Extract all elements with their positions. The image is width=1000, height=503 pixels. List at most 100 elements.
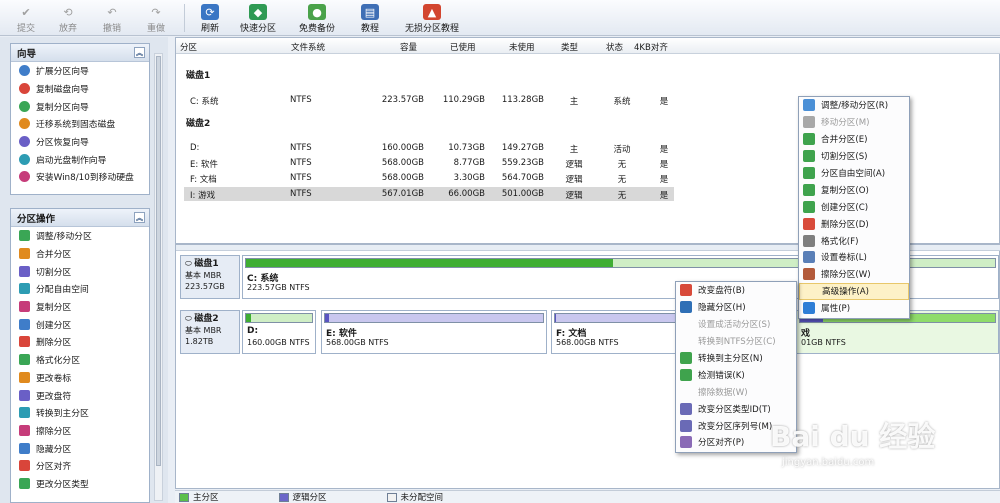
redo-button[interactable]: ↷ 重做 <box>134 0 178 36</box>
operation-item[interactable]: 合并分区 <box>11 245 149 263</box>
operation-item[interactable]: 删除分区 <box>11 333 149 351</box>
cell-type: 主 <box>569 97 579 107</box>
menu-item[interactable]: 调整/移动分区(R) <box>799 97 909 114</box>
col-free[interactable]: 未使用 <box>509 41 535 53</box>
legend: 主分区 逻辑分区 未分配空间 <box>175 490 1000 503</box>
menu-item[interactable]: 切割分区(S) <box>799 148 909 165</box>
cell-free: 559.23GB <box>501 158 544 168</box>
collapse-icon[interactable]: ︽ <box>134 47 145 58</box>
disk1-box[interactable]: ⬭ 磁盘1 基本 MBR 223.57GB <box>180 255 240 299</box>
table-row[interactable]: C: 系统 NTFS 223.57GB 110.29GB 113.28GB 主 系统 是 <box>184 93 674 107</box>
menu-item[interactable]: 分区自由空间(A) <box>799 165 909 182</box>
operation-item[interactable]: 分配自由空间 <box>11 280 149 298</box>
operation-icon <box>19 318 30 330</box>
refresh-button[interactable]: ⟳ 刷新 <box>191 0 229 36</box>
cell-align: 是 <box>659 160 669 170</box>
menu-item[interactable]: 设置成活动分区(S) <box>676 316 796 333</box>
wizard-item[interactable]: 复制分区向导 <box>11 97 149 115</box>
wizard-item[interactable]: 复制磁盘向导 <box>11 80 149 98</box>
menu-item[interactable]: 创建分区(C) <box>799 198 909 215</box>
wizard-item[interactable]: 分区恢复向导 <box>11 133 149 151</box>
tutorial-button[interactable]: ▤ 教程 <box>347 0 393 36</box>
menu-item[interactable]: 属性(P) <box>799 300 909 317</box>
legend-swatch <box>386 492 397 502</box>
col-used[interactable]: 已使用 <box>450 41 476 53</box>
wizard-item[interactable]: 迁移系统到固态磁盘 <box>11 115 149 133</box>
operation-icon <box>19 442 30 454</box>
commit-button[interactable]: ✔ 提交 <box>6 0 46 36</box>
wizard-icon <box>19 153 30 165</box>
table-row[interactable]: D: NTFS 160.00GB 10.73GB 149.27GB 主 活动 是 <box>184 141 674 155</box>
cell-name: E: 软件 <box>190 160 218 170</box>
sidebar: 向导 ︽ 扩展分区向导 复制磁盘向导 复制分区向导 迁移系统到固态磁盘 分区恢复向导 启动… <box>0 37 168 503</box>
undo-button[interactable]: ↶ 撤销 <box>90 0 134 36</box>
quick-partition-button[interactable]: ◆ 快速分区 <box>229 0 287 36</box>
table-row[interactable]: I: 游戏 NTFS 567.01GB 66.00GB 501.00GB 逻辑 无 是 <box>184 187 674 201</box>
operation-item[interactable]: 创建分区 <box>11 315 149 333</box>
partition-block-f[interactable]: F: 文档 568.00GB NTFS <box>551 310 681 354</box>
partition-context-menu: 调整/移动分区(R) 移动分区(M) 合并分区(E) 切割分区(S) 分区自由空间(A)… <box>798 96 910 319</box>
wizard-panel-header[interactable]: 向导 ︽ <box>11 44 149 62</box>
partition-block-e[interactable]: E: 软件 568.00GB NTFS <box>321 310 547 354</box>
free-backup-button[interactable]: ● 免费备份 <box>287 0 347 36</box>
wizard-item[interactable]: 启动光盘制作向导 <box>11 150 149 168</box>
wizard-item[interactable]: 扩展分区向导 <box>11 62 149 80</box>
scrollbar-thumb[interactable] <box>156 56 161 466</box>
operation-item[interactable]: 复制分区 <box>11 298 149 316</box>
col-4k-align[interactable]: 4KB对齐 <box>634 41 668 53</box>
col-status[interactable]: 状态 <box>606 41 623 53</box>
cell-used: 8.77GB <box>453 158 485 168</box>
menu-item[interactable]: 删除分区(D) <box>799 215 909 232</box>
menu-item[interactable]: 高级操作(A) <box>799 282 909 300</box>
col-capacity[interactable]: 容量 <box>400 41 417 53</box>
col-partition[interactable]: 分区 <box>180 41 197 53</box>
operation-item[interactable]: 更改分区类型 <box>11 475 149 493</box>
wizard-item[interactable]: 安装Win8/10到移动硬盘 <box>11 168 149 186</box>
operation-icon <box>19 248 30 260</box>
operation-item[interactable]: 隐藏分区 <box>11 439 149 457</box>
sidebar-scrollbar[interactable] <box>154 53 163 501</box>
format-icon <box>803 234 815 247</box>
menu-item[interactable]: 改变盘符(B) <box>676 282 796 299</box>
serial-icon <box>680 419 692 432</box>
menu-item[interactable]: 擦除分区(W) <box>799 266 909 283</box>
menu-item[interactable]: 移动分区(M) <box>799 114 909 131</box>
operation-item[interactable]: 分区对齐 <box>11 457 149 475</box>
operation-item[interactable]: 切割分区 <box>11 262 149 280</box>
operation-item[interactable]: 擦除分区 <box>11 422 149 440</box>
operation-item[interactable]: 更改卷标 <box>11 369 149 387</box>
discard-button[interactable]: ⟲ 放弃 <box>46 0 90 36</box>
partition-block-d[interactable]: D: 160.00GB NTFS <box>242 310 316 354</box>
wizard-icon <box>19 118 30 130</box>
check-icon: ✔ <box>21 5 31 19</box>
operation-item[interactable]: 更改盘符 <box>11 386 149 404</box>
operation-item[interactable]: 格式化分区 <box>11 351 149 369</box>
menu-item[interactable]: 格式化(F) <box>799 232 909 249</box>
table-row[interactable]: F: 文档 NTFS 568.00GB 3.30GB 564.70GB 逻辑 无 是 <box>184 171 674 185</box>
menu-item[interactable]: 设置卷标(L) <box>799 249 909 266</box>
wizard-icon <box>19 65 30 77</box>
operation-item[interactable]: 调整/移动分区 <box>11 227 149 245</box>
table-row[interactable]: E: 软件 NTFS 568.00GB 8.77GB 559.23GB 逻辑 无 是 <box>184 156 674 170</box>
menu-item[interactable]: 擦除数据(W) <box>676 383 796 400</box>
info-icon <box>803 302 815 315</box>
menu-item[interactable]: 检测错误(K) <box>676 366 796 383</box>
discard-icon: ⟲ <box>63 5 73 19</box>
collapse-icon[interactable]: ︽ <box>134 212 145 223</box>
label-icon <box>803 251 815 264</box>
operation-item[interactable]: 转换到主分区 <box>11 404 149 422</box>
col-filesystem[interactable]: 文件系统 <box>291 41 325 53</box>
delete-icon <box>803 217 815 230</box>
menu-item[interactable]: 隐藏分区(H) <box>676 299 796 316</box>
undo-icon: ↶ <box>107 5 117 19</box>
col-type[interactable]: 类型 <box>561 41 578 53</box>
menu-item[interactable]: 合并分区(E) <box>799 131 909 148</box>
disk2-box[interactable]: ⬭ 磁盘2 基本 MBR 1.82TB <box>180 310 240 354</box>
cell-type: 逻辑 <box>565 191 583 201</box>
menu-item[interactable]: 复制分区(O) <box>799 181 909 198</box>
lossless-tutorial-button[interactable]: ▲ 无损分区教程 <box>393 0 471 36</box>
cell-fs: NTFS <box>290 158 312 168</box>
operations-panel-header[interactable]: 分区操作 ︽ <box>11 209 149 227</box>
menu-item[interactable]: 转换到NTFS分区(C) <box>676 333 796 350</box>
menu-item[interactable]: 转换到主分区(N) <box>676 350 796 367</box>
